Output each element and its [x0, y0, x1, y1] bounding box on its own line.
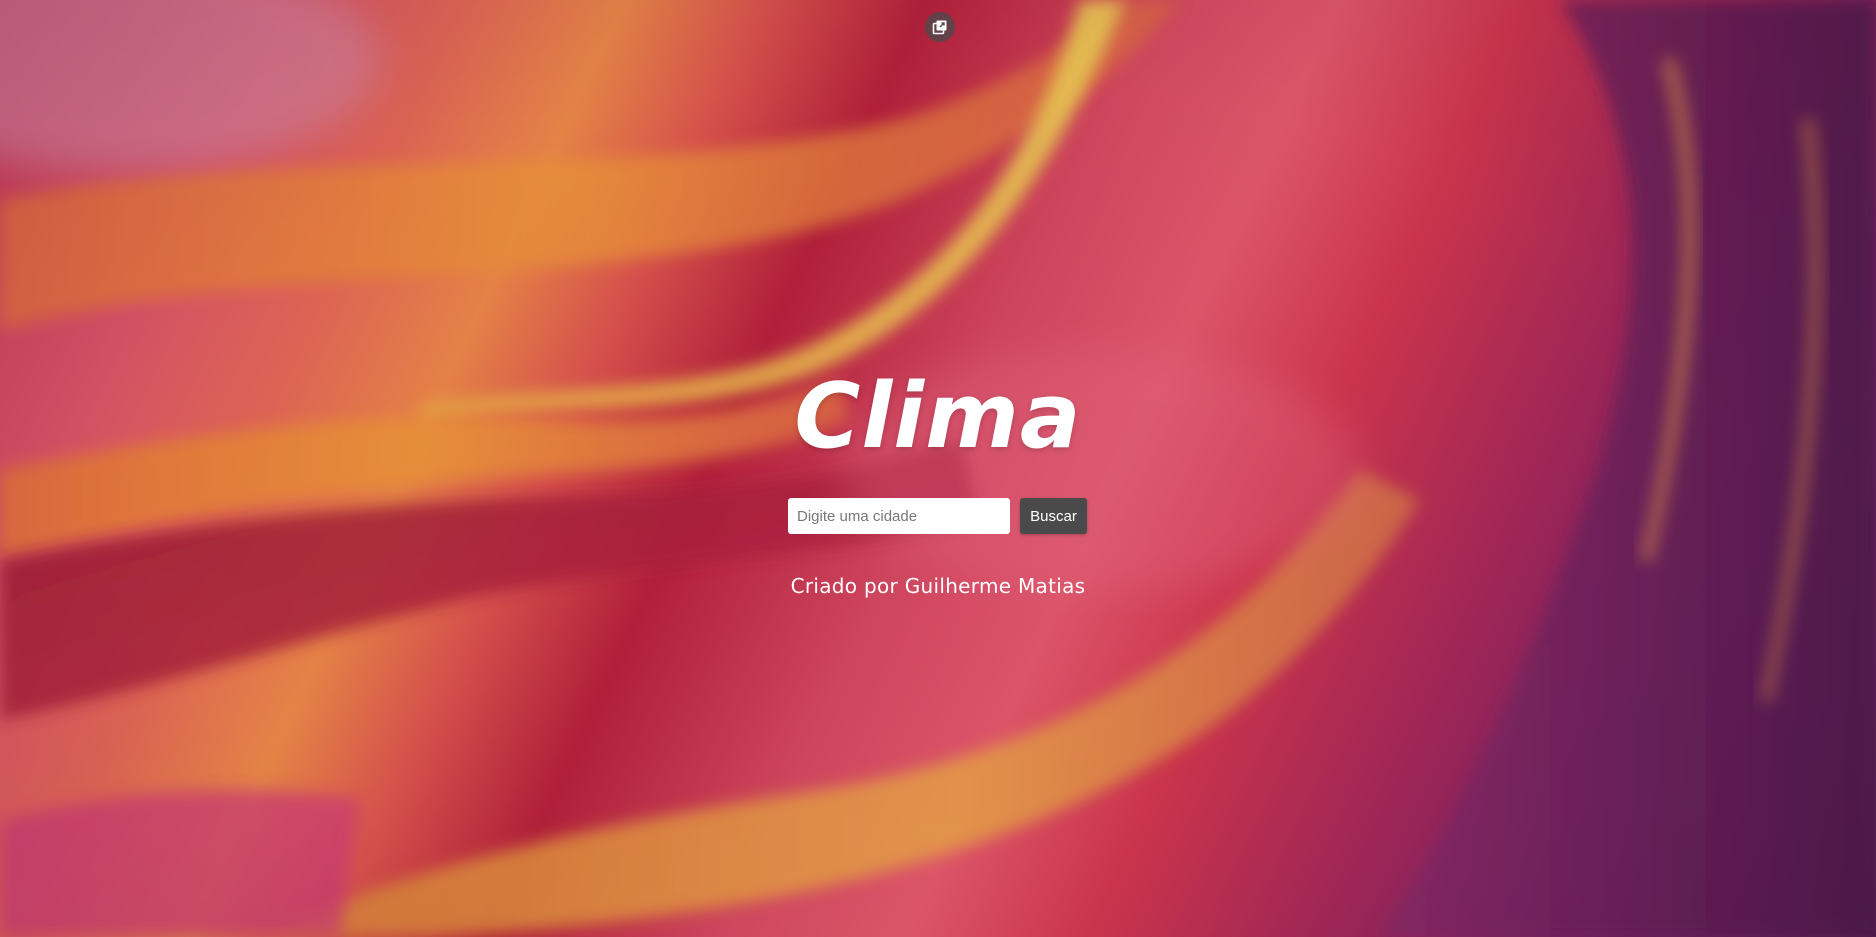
author-credit: Criado por Guilherme Matias: [790, 574, 1086, 598]
main-content: Clima Buscar Criado por Guilherme Matias: [0, 0, 1876, 937]
city-search-input[interactable]: [788, 498, 1010, 534]
page-title: Clima: [794, 364, 1082, 469]
search-button[interactable]: Buscar: [1020, 498, 1087, 534]
search-form: Buscar: [788, 498, 1087, 534]
